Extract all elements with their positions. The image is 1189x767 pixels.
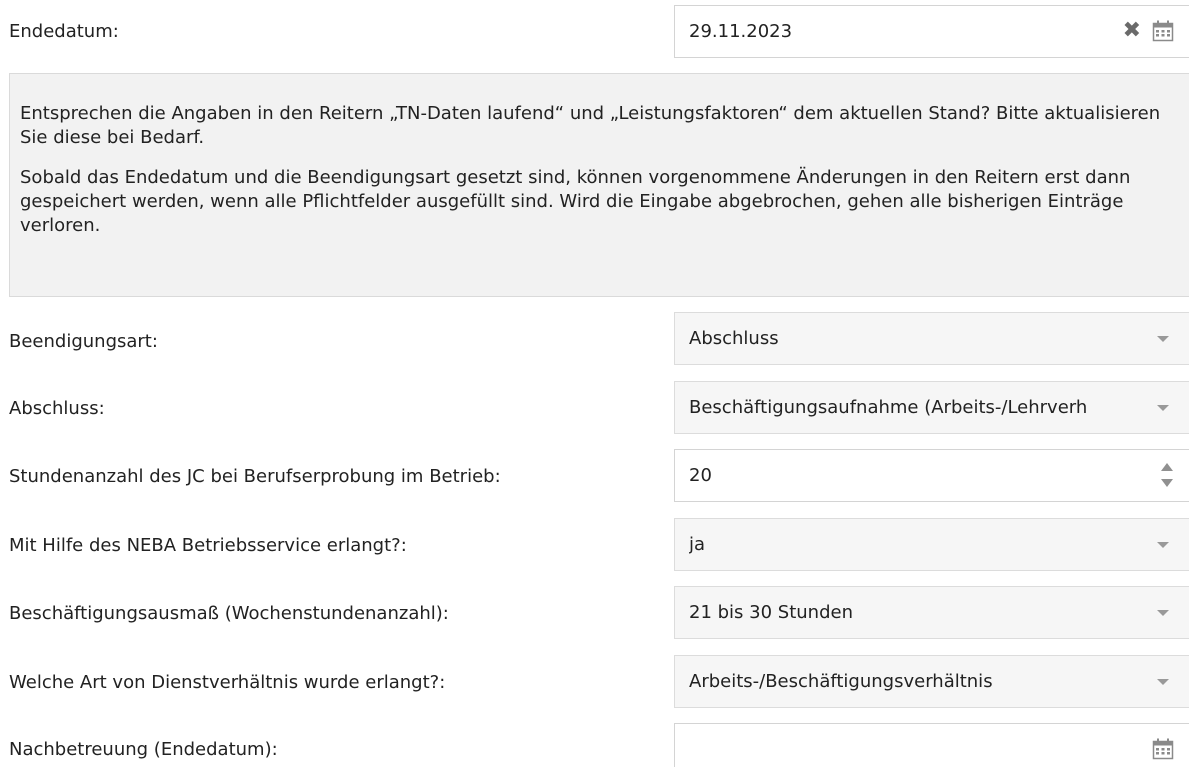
chevron-down-icon[interactable] <box>1137 519 1187 570</box>
chevron-down-icon[interactable] <box>1137 587 1187 638</box>
chevron-down-icon[interactable] <box>1137 382 1187 433</box>
info-paragraph-2: Sobald das Endedatum und die Beendigungs… <box>20 167 1131 236</box>
form-page: Endedatum: 29.11.2023 ✖ Entsprechen die … <box>0 0 1189 767</box>
ausmass-select[interactable]: 21 bis 30 Stunden <box>674 586 1189 639</box>
calendar-icon[interactable] <box>1152 738 1174 760</box>
chevron-down-icon[interactable] <box>1137 313 1187 364</box>
number-spinner-icon[interactable] <box>1161 463 1173 489</box>
abschluss-select[interactable]: Beschäftigungsaufnahme (Arbeits-/Lehrver… <box>674 381 1189 434</box>
chevron-down-icon[interactable] <box>1137 656 1187 707</box>
dienstverhaeltnis-value[interactable]: Arbeits-/Beschäftigungsverhältnis <box>689 670 1134 694</box>
calendar-icon[interactable] <box>1152 20 1174 42</box>
clear-x-icon[interactable]: ✖ <box>1123 19 1141 43</box>
stundenanzahl-label: Stundenanzahl des JC bei Berufserprobung… <box>9 466 501 487</box>
beendigungsart-label: Beendigungsart: <box>9 331 158 352</box>
abschluss-value[interactable]: Beschäftigungsaufnahme (Arbeits-/Lehrver… <box>689 396 1134 420</box>
ausmass-label: Beschäftigungsausmaß (Wochenstundenanzah… <box>9 603 449 624</box>
beendigungsart-select[interactable]: Abschluss <box>674 312 1189 365</box>
nachbetreuung-date-field[interactable] <box>674 723 1189 767</box>
end-date-label: Endedatum: <box>9 21 119 42</box>
stundenanzahl-value[interactable]: 20 <box>689 464 1134 488</box>
stundenanzahl-input[interactable]: 20 <box>674 449 1189 502</box>
neba-value[interactable]: ja <box>689 533 1134 557</box>
info-box: Entsprechen die Angaben in den Reitern „… <box>9 73 1189 297</box>
end-date-field[interactable]: 29.11.2023 ✖ <box>674 5 1189 58</box>
neba-select[interactable]: ja <box>674 518 1189 571</box>
dienstverhaeltnis-label: Welche Art von Dienstverhältnis wurde er… <box>9 672 446 693</box>
abschluss-label: Abschluss: <box>9 398 105 419</box>
end-date-value[interactable]: 29.11.2023 <box>689 20 1134 44</box>
nachbetreuung-label: Nachbetreuung (Endedatum): <box>9 739 278 760</box>
beendigungsart-value[interactable]: Abschluss <box>689 327 1134 351</box>
ausmass-value[interactable]: 21 bis 30 Stunden <box>689 601 1134 625</box>
info-paragraph-1: Entsprechen die Angaben in den Reitern „… <box>20 103 1161 148</box>
neba-label: Mit Hilfe des NEBA Betriebsservice erlan… <box>9 535 407 556</box>
dienstverhaeltnis-select[interactable]: Arbeits-/Beschäftigungsverhältnis <box>674 655 1189 708</box>
